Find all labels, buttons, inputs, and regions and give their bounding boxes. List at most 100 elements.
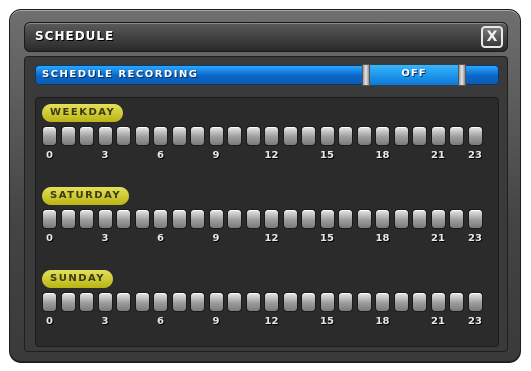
close-button[interactable]: X [481,26,503,48]
hour-cell-21[interactable] [430,292,446,312]
hour-cell-8[interactable] [190,292,205,312]
hour-cell-17[interactable] [356,209,372,229]
hour-cell-1[interactable] [60,209,76,229]
hour-cell-4[interactable] [116,126,131,146]
day-label-saturday: SATURDAY [42,187,130,205]
day-label-sunday: SUNDAY [42,270,114,288]
hour-cell-10[interactable] [227,209,242,229]
hour-cell-12[interactable] [264,126,279,146]
toggle-right-handle[interactable] [458,64,466,86]
hour-cell-2[interactable] [79,209,94,229]
hour-cell-23[interactable] [467,209,483,229]
hour-cell-22[interactable] [449,292,464,312]
hour-cell-4[interactable] [116,292,131,312]
hour-cell-6[interactable] [153,209,168,229]
schedule-recording-value: OFF [401,68,427,79]
hour-cell-13[interactable] [282,126,298,146]
hour-tick-label: 12 [264,150,279,161]
hour-cell-18[interactable] [375,126,390,146]
hour-cell-21[interactable] [430,126,446,146]
hour-cell-5[interactable] [134,292,150,312]
hour-ticks: 0 3 6 9 12 15 18 21 23 [42,233,486,247]
hour-cell-14[interactable] [301,126,316,146]
hour-cell-0[interactable] [42,292,57,312]
hour-cell-3[interactable] [97,126,113,146]
hour-cell-14[interactable] [301,292,316,312]
hour-cell-0[interactable] [42,209,57,229]
hour-cell-20[interactable] [412,209,427,229]
hour-cell-10[interactable] [227,292,242,312]
hour-cell-14[interactable] [301,209,316,229]
hour-cell-17[interactable] [356,292,372,312]
hour-cell-3[interactable] [97,209,113,229]
hour-cell-10[interactable] [227,126,242,146]
hour-cell-8[interactable] [190,126,205,146]
hour-tick-label: 0 [46,233,53,244]
hour-cell-5[interactable] [134,126,150,146]
hour-cell-9[interactable] [208,126,224,146]
hour-cell-13[interactable] [282,292,298,312]
hour-cell-18[interactable] [375,209,390,229]
hour-cell-17[interactable] [356,126,372,146]
hour-cell-22[interactable] [449,126,464,146]
day-row-weekday: WEEKDAY 0 3 6 9 12 15 18 21 23 [36,104,500,184]
hour-cell-20[interactable] [412,126,427,146]
hour-cell-0[interactable] [42,126,57,146]
hour-cell-5[interactable] [134,209,150,229]
hour-cell-9[interactable] [208,209,224,229]
hour-tick-label: 0 [46,150,53,161]
hour-cell-21[interactable] [430,209,446,229]
hour-cell-16[interactable] [338,209,353,229]
hour-cell-2[interactable] [79,126,94,146]
hour-cell-1[interactable] [60,292,76,312]
hour-tick-label: 21 [431,316,445,327]
hour-cell-6[interactable] [153,126,168,146]
schedule-body: SCHEDULE RECORDING OFF WEEKDAY 0 3 6 9 12 15 1… [24,56,508,352]
hour-cell-18[interactable] [375,292,390,312]
hour-cell-12[interactable] [264,292,279,312]
hour-cell-4[interactable] [116,209,131,229]
schedule-recording-toggle[interactable]: OFF [362,64,466,86]
hour-cell-6[interactable] [153,292,168,312]
hour-cell-20[interactable] [412,292,427,312]
hour-ticks: 0 3 6 9 12 15 18 21 23 [42,150,486,164]
hour-cell-23[interactable] [467,292,483,312]
hour-tick-label: 3 [101,233,109,244]
schedule-recording-row: SCHEDULE RECORDING OFF [35,64,499,86]
hour-cell-19[interactable] [393,209,409,229]
hour-tick-label: 18 [375,233,390,244]
hour-cell-22[interactable] [449,209,464,229]
hour-tick-label: 15 [320,316,334,327]
hour-cell-11[interactable] [245,292,261,312]
hour-cell-11[interactable] [245,126,261,146]
hour-tick-label: 21 [431,233,445,244]
hour-tick-label: 6 [157,316,164,327]
hour-cell-7[interactable] [171,292,187,312]
hour-cell-15[interactable] [319,209,335,229]
day-label-weekday: WEEKDAY [42,104,124,122]
hour-tick-label: 23 [468,233,482,244]
hour-tick-label: 9 [212,316,220,327]
hour-cell-16[interactable] [338,292,353,312]
hour-tick-label: 23 [468,150,482,161]
hour-cell-11[interactable] [245,209,261,229]
hour-cell-8[interactable] [190,209,205,229]
schedule-window: SCHEDULE X SCHEDULE RECORDING OFF WEEKDA… [9,9,521,363]
hour-cell-12[interactable] [264,209,279,229]
hour-tick-label: 3 [101,150,109,161]
hour-cell-7[interactable] [171,126,187,146]
hour-cell-19[interactable] [393,126,409,146]
hour-cell-3[interactable] [97,292,113,312]
hour-cell-7[interactable] [171,209,187,229]
hour-cell-15[interactable] [319,126,335,146]
hour-cell-13[interactable] [282,209,298,229]
hour-cell-1[interactable] [60,126,76,146]
hour-cell-23[interactable] [467,126,483,146]
hour-cell-16[interactable] [338,126,353,146]
hour-cells [42,209,486,229]
hour-cell-9[interactable] [208,292,224,312]
hour-cell-2[interactable] [79,292,94,312]
hour-cell-15[interactable] [319,292,335,312]
hour-tick-label: 18 [375,316,390,327]
hour-cell-19[interactable] [393,292,409,312]
